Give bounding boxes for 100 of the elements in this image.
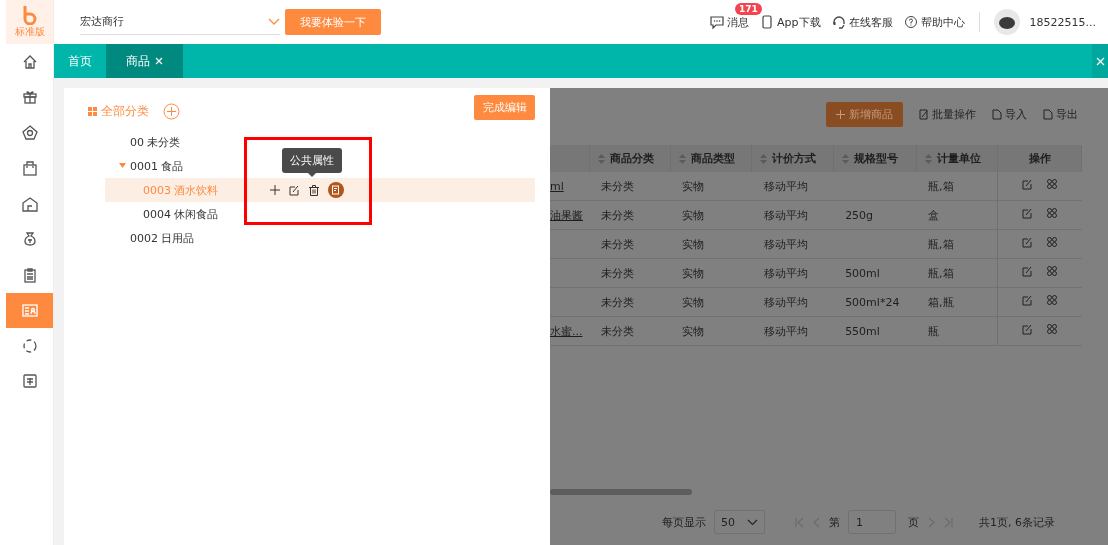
edit-icon[interactable]: [1022, 266, 1034, 277]
tree-item[interactable]: 0003 酒水饮料: [105, 178, 535, 202]
add-circle-icon[interactable]: [163, 102, 180, 120]
all-categories-link[interactable]: 全部分类: [88, 102, 149, 120]
document-icon: [1043, 108, 1053, 120]
table-cell: 未分类: [589, 172, 671, 201]
table-cell: 实物: [670, 200, 752, 230]
table-cell: 瓶,箱: [916, 229, 998, 259]
chevron-down-icon: [747, 518, 758, 526]
headset-icon: [830, 14, 847, 30]
chevron-down-icon: [268, 17, 280, 26]
edit-icon: [919, 108, 929, 120]
table-cell: 500ml: [833, 258, 917, 288]
avatar[interactable]: [993, 9, 1020, 35]
sort-icon[interactable]: [841, 154, 849, 164]
close-icon[interactable]: [155, 57, 163, 65]
tab[interactable]: 首页: [54, 44, 106, 78]
table-cell: 移动平均: [751, 316, 834, 346]
help-icon: [902, 14, 919, 30]
message-link[interactable]: 消息: [709, 14, 749, 30]
table-cell: 瓶: [916, 316, 998, 346]
per-page-select[interactable]: 50: [714, 510, 765, 534]
tree-item[interactable]: 0004 休闲食品: [105, 202, 225, 226]
bag-icon: [20, 159, 39, 178]
table-cell: 移动平均: [751, 172, 834, 201]
table-cell: 移动平均: [751, 287, 834, 317]
column-header[interactable]: 商品类型: [670, 145, 752, 172]
add-product-button[interactable]: 新增商品: [826, 101, 903, 127]
product-name-link[interactable]: 油果酱: [550, 200, 589, 230]
trash-icon[interactable]: [308, 184, 319, 196]
table-cell: 未分类: [589, 229, 671, 259]
table-cell: 实物: [670, 229, 752, 259]
column-header[interactable]: 操作: [997, 145, 1082, 172]
sidebar-item[interactable]: [6, 292, 53, 328]
grid-icon[interactable]: [1047, 237, 1058, 247]
scrollbar[interactable]: [550, 489, 692, 495]
page-label: 第: [829, 514, 840, 530]
column-header[interactable]: 商品分类: [589, 145, 671, 172]
sort-icon[interactable]: [924, 154, 932, 164]
page-input[interactable]: 1: [848, 510, 896, 534]
service-link[interactable]: 在线客服: [830, 14, 893, 30]
sort-icon[interactable]: [597, 154, 605, 164]
edit-icon[interactable]: [288, 184, 300, 196]
table-cell: 实物: [670, 287, 752, 317]
page-label: 页: [908, 514, 919, 530]
tree-item[interactable]: 0001 食品: [105, 154, 190, 178]
grid-icon[interactable]: [1047, 324, 1058, 334]
column-header[interactable]: 计量单位: [916, 145, 998, 172]
grid-icon: [88, 106, 97, 116]
table-cell: 250g: [833, 200, 917, 230]
table-cell: 实物: [670, 172, 752, 201]
table-cell: 移动平均: [751, 258, 834, 288]
table-cell: 未分类: [589, 316, 671, 346]
table-cell: 瓶,箱: [916, 258, 998, 288]
card-icon: [20, 301, 39, 320]
app-link[interactable]: App下载: [759, 14, 821, 30]
tree-item[interactable]: 0002 日用品: [105, 226, 201, 250]
import-link[interactable]: 导入: [992, 106, 1027, 122]
table-cell: 550ml: [833, 316, 917, 346]
product-name-link[interactable]: 水蜜...: [550, 316, 589, 346]
store-select[interactable]: 宏达商行: [80, 9, 280, 35]
grid-icon[interactable]: [1047, 208, 1058, 218]
edit-icon[interactable]: [1022, 324, 1034, 335]
table-cell: 实物: [670, 258, 752, 288]
product-name-link[interactable]: ml: [550, 172, 589, 201]
table-cell: 未分类: [589, 258, 671, 288]
done-editing-button[interactable]: 完成编辑: [474, 95, 535, 120]
attribute-icon[interactable]: [327, 182, 344, 198]
edit-icon[interactable]: [1022, 179, 1034, 190]
help-link[interactable]: 帮助中心: [902, 14, 965, 30]
plus-icon[interactable]: [269, 185, 280, 195]
plus-icon: [836, 109, 845, 119]
table-cell: 瓶,箱: [916, 172, 998, 201]
trial-button[interactable]: 我要体验一下: [285, 9, 381, 35]
grid-icon[interactable]: [1047, 179, 1058, 189]
sort-icon[interactable]: [760, 154, 768, 164]
grid-icon[interactable]: [1047, 295, 1058, 305]
close-all-button[interactable]: [1092, 44, 1108, 78]
record-summary: 共1页, 6条记录: [979, 514, 1055, 530]
table-cell: 移动平均: [751, 229, 834, 259]
cycle-icon: [20, 336, 39, 355]
gift-icon: [20, 88, 39, 107]
grid-icon[interactable]: [1047, 266, 1058, 276]
count-badge: 171: [735, 3, 762, 15]
column-header[interactable]: 计价方式: [751, 145, 834, 172]
batch-operation-link[interactable]: 批量操作: [919, 106, 976, 122]
sort-icon[interactable]: [678, 154, 686, 164]
column-header[interactable]: 规格型号: [833, 145, 917, 172]
caret-icon[interactable]: [119, 163, 126, 169]
close-icon: [1095, 56, 1105, 66]
export-link[interactable]: 导出: [1043, 106, 1078, 122]
edit-icon[interactable]: [1022, 208, 1034, 219]
table-cell: 未分类: [589, 287, 671, 317]
logo-icon: [21, 5, 38, 25]
tab[interactable]: 商品: [106, 44, 183, 78]
edit-icon[interactable]: [1022, 237, 1034, 248]
phone-icon: [759, 14, 775, 30]
edit-icon[interactable]: [1022, 295, 1034, 306]
user-name[interactable]: 18522515...: [1029, 15, 1096, 29]
tree-item[interactable]: 00 未分类: [105, 130, 187, 154]
